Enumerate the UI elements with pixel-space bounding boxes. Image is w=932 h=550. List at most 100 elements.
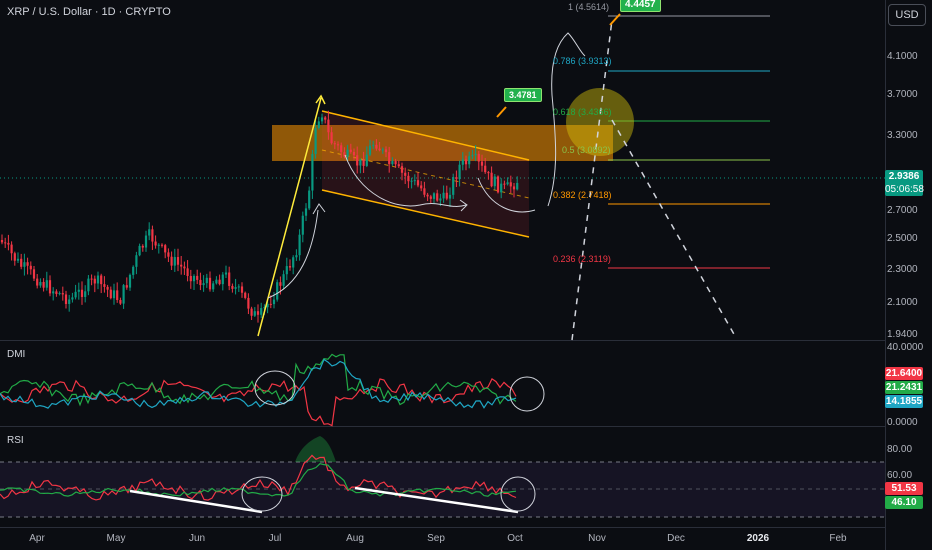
candle-body: [48, 280, 52, 294]
candle-body: [464, 159, 468, 165]
candle-body: [237, 286, 240, 288]
candle-body: [452, 177, 455, 195]
candle-body: [52, 291, 55, 294]
candle-body: [445, 192, 448, 199]
candle-body: [109, 289, 112, 299]
dmi-circle-1[interactable]: [254, 370, 296, 406]
candle-body: [256, 311, 260, 315]
candle-body: [64, 294, 68, 304]
candle-body: [346, 149, 349, 157]
x-axis-label: Nov: [588, 533, 606, 544]
candle-body: [20, 258, 23, 267]
candle-body: [276, 282, 279, 300]
candle-body: [298, 234, 301, 256]
x-axis-label: Jul: [268, 533, 282, 544]
candle-body: [324, 117, 327, 120]
candle-body: [356, 155, 359, 166]
fib-label: 0.236 (2.3119): [553, 254, 611, 264]
candle-body: [36, 278, 39, 286]
candle-body: [292, 257, 295, 268]
candle-body: [471, 155, 474, 157]
candle-body: [208, 277, 212, 290]
candle-body: [29, 265, 32, 270]
candle-body: [61, 293, 64, 295]
x-axis-label: May: [106, 533, 126, 544]
current-price-value: 2.9386: [888, 171, 920, 182]
rsi-ma-value: 46.10: [885, 496, 923, 509]
candle-body: [221, 274, 224, 285]
chart-canvas[interactable]: [0, 0, 932, 550]
candle-body: [96, 275, 100, 284]
price-axis-label: 2.7000: [887, 205, 918, 216]
candle-body: [180, 264, 183, 267]
candle-body: [490, 172, 493, 187]
fib-label: 1 (4.5614): [568, 2, 610, 12]
candle-body: [164, 245, 167, 253]
price-axis-label: 3.3000: [887, 130, 918, 141]
x-axis-label: Apr: [29, 533, 45, 544]
candle-body: [442, 192, 445, 199]
price-axis-label: 3.7000: [887, 89, 918, 100]
candle-body: [496, 176, 500, 193]
candle-body: [103, 284, 106, 287]
candle-body: [477, 153, 480, 162]
candle-body: [132, 266, 135, 275]
candle-body: [391, 161, 394, 165]
candle-body: [301, 215, 304, 235]
callout-mid-pointer: [496, 106, 507, 118]
candle-body: [42, 281, 45, 288]
candle-body: [285, 266, 288, 275]
candle-body: [458, 164, 461, 180]
x-axis-label: Sep: [427, 533, 445, 544]
current-price-tag: 2.9386 05:06:58: [885, 170, 924, 196]
candle-countdown: 05:06:58: [885, 184, 924, 195]
candle-body: [119, 300, 122, 304]
candle-body: [212, 283, 215, 290]
candle-body: [157, 244, 160, 246]
candle-body: [90, 278, 93, 280]
candle-body: [135, 255, 138, 267]
candle-body: [394, 161, 397, 165]
candle-body: [420, 185, 423, 189]
candle-body: [407, 175, 410, 182]
candle-body: [436, 193, 439, 201]
price-callout-high[interactable]: 4.4457: [620, 0, 661, 12]
candle-body: [218, 279, 221, 285]
candle-body: [10, 244, 13, 254]
rsi-axis-label: 60.00: [887, 470, 913, 481]
candle-body: [311, 153, 314, 191]
candle-body: [141, 245, 144, 248]
candle-body: [87, 278, 90, 292]
candle-body: [288, 266, 292, 268]
candle-body: [384, 149, 388, 153]
price-callout-mid[interactable]: 3.4781: [504, 88, 542, 102]
candle-body: [0, 240, 4, 243]
candle-body: [68, 299, 71, 304]
x-axis-label: Oct: [507, 533, 523, 544]
candle-body: [77, 289, 80, 292]
projection-down[interactable]: [611, 119, 736, 337]
x-axis-label: Jun: [188, 533, 206, 544]
candle-body: [336, 144, 340, 146]
candle-body: [308, 190, 311, 209]
candle-body: [503, 183, 506, 185]
candle-body: [260, 308, 263, 315]
x-axis-label: 2026: [746, 533, 770, 544]
candle-body: [176, 257, 180, 265]
candle-body: [167, 252, 170, 257]
candle-body: [253, 311, 256, 316]
candle-body: [426, 194, 429, 197]
rsi-value: 51.53: [885, 482, 923, 495]
candle-body: [125, 285, 128, 288]
candle-body: [375, 144, 378, 149]
currency-button[interactable]: USD: [888, 4, 926, 26]
candle-body: [183, 266, 186, 269]
projection-up[interactable]: [571, 19, 613, 341]
candle-body: [352, 151, 356, 156]
x-axis-label: Dec: [667, 533, 685, 544]
candle-body: [93, 278, 96, 284]
candle-body: [423, 188, 426, 195]
candle-body: [138, 245, 141, 256]
fib-label: 0.618 (3.4366): [553, 107, 612, 117]
candle-body: [58, 293, 61, 295]
